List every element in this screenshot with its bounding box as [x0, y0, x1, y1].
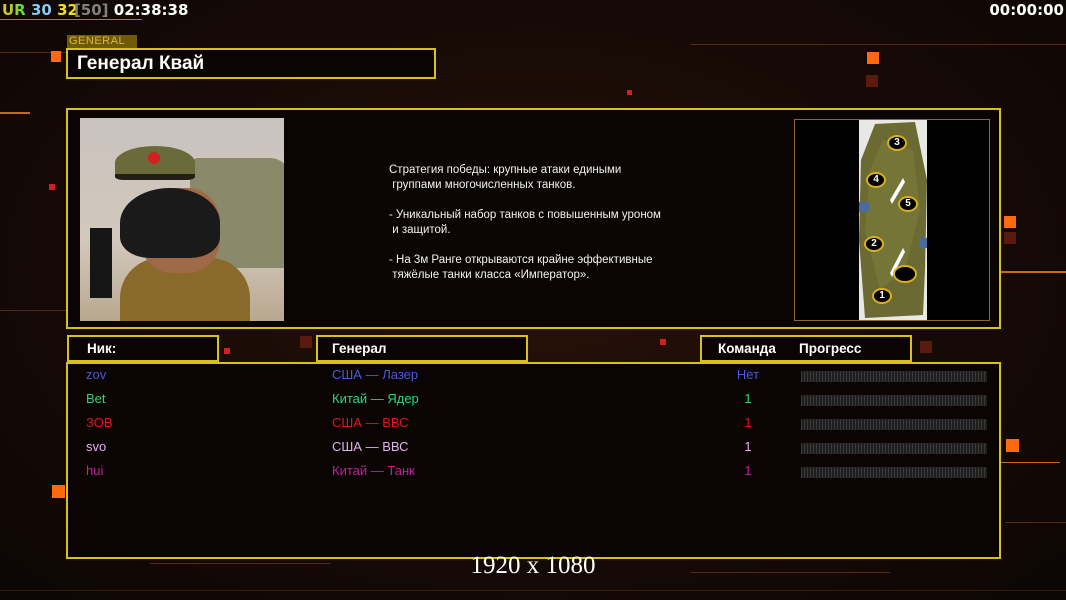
- player-row[interactable]: zov США — Лазер Нет: [68, 367, 999, 387]
- deco-square: [1004, 232, 1016, 244]
- player-progress-bar: [801, 371, 987, 382]
- player-team[interactable]: 1: [708, 463, 788, 478]
- player-team[interactable]: 1: [708, 439, 788, 454]
- player-team[interactable]: Нет: [708, 367, 788, 382]
- player-row[interactable]: hui Китай — Танк 1: [68, 463, 999, 483]
- player-row[interactable]: Bet Китай — Ядер 1: [68, 391, 999, 411]
- player-row[interactable]: svo США — ВВС 1: [68, 439, 999, 459]
- player-team[interactable]: 1: [708, 415, 788, 430]
- general-name: Генерал Квай: [66, 48, 436, 79]
- player-progress-bar: [801, 395, 987, 406]
- deco-square: [1004, 216, 1016, 228]
- deco-line: [690, 44, 1066, 45]
- deco-line: [0, 310, 66, 311]
- deco-line: [0, 112, 30, 114]
- deco-line: [1000, 271, 1066, 273]
- player-nick: hui: [86, 463, 104, 478]
- deco-square: [627, 90, 632, 95]
- deco-square: [49, 184, 55, 190]
- players-table: zov США — Лазер Нет Bet Китай — Ядер 1 З…: [66, 362, 1001, 559]
- deco-line: [1005, 522, 1066, 523]
- map-start-position[interactable]: 5: [898, 196, 918, 212]
- player-row[interactable]: ЗОВ США — ВВС 1: [68, 415, 999, 435]
- player-progress-bar: [801, 443, 987, 454]
- resolution-label: 1920 x 1080: [470, 552, 596, 579]
- player-general[interactable]: США — Лазер: [332, 367, 418, 382]
- deco-square: [867, 52, 879, 64]
- player-general[interactable]: Китай — Ядер: [332, 391, 419, 406]
- map-start-position[interactable]: 1: [872, 288, 892, 304]
- hud-label: UR: [2, 1, 26, 19]
- map-start-position[interactable]: 3: [887, 135, 907, 151]
- player-progress-bar: [801, 419, 987, 430]
- deco-square: [1006, 439, 1019, 452]
- deco-square: [920, 341, 932, 353]
- deco-line: [1000, 462, 1060, 463]
- column-header-nick: Ник:: [67, 335, 219, 362]
- column-header-general: Генерал: [316, 335, 528, 362]
- general-info-panel: Стратегия победы: крупные атаки едиными …: [66, 108, 1001, 329]
- map-start-position[interactable]: 4: [866, 172, 886, 188]
- player-team[interactable]: 1: [708, 391, 788, 406]
- deco-square: [300, 336, 312, 348]
- player-nick: Bet: [86, 391, 106, 406]
- deco-square: [866, 75, 878, 87]
- pistol-shape: [90, 228, 112, 298]
- match-timer: 00:00:00: [989, 1, 1064, 19]
- deco-square: [51, 51, 61, 62]
- general-description: Стратегия победы: крупные атаки едиными …: [389, 164, 661, 281]
- player-nick: svo: [86, 439, 107, 454]
- hud-underline: [0, 19, 142, 20]
- deco-square: [52, 485, 65, 498]
- column-header-progress: Прогресс: [799, 341, 862, 356]
- player-nick: ЗОВ: [86, 415, 113, 430]
- player-general[interactable]: США — ВВС: [332, 439, 409, 454]
- deco-square: [660, 339, 666, 345]
- hud-bracket: [50]: [73, 1, 109, 19]
- general-tag: GENERAL: [67, 35, 137, 48]
- player-progress-bar: [801, 467, 987, 478]
- helmet-shape: [120, 188, 220, 258]
- hud-clock: 02:38:38: [113, 1, 189, 19]
- deco-square: [224, 348, 230, 354]
- deco-line: [0, 590, 1066, 591]
- general-portrait: [80, 118, 284, 321]
- player-general[interactable]: США — ВВС: [332, 415, 409, 430]
- column-header-team-progress: Команда Прогресс: [700, 335, 912, 362]
- hud-stats: UR 30 32[50] 02:38:38: [2, 1, 188, 19]
- cap-badge: [148, 152, 160, 164]
- column-header-team: Команда: [718, 341, 776, 356]
- map-preview[interactable]: 1 2 3 45: [794, 119, 990, 321]
- map-start-position[interactable]: 2: [864, 236, 884, 252]
- player-general[interactable]: Китай — Танк: [332, 463, 415, 478]
- hud-fps: 30: [30, 1, 52, 19]
- player-nick: zov: [86, 367, 107, 382]
